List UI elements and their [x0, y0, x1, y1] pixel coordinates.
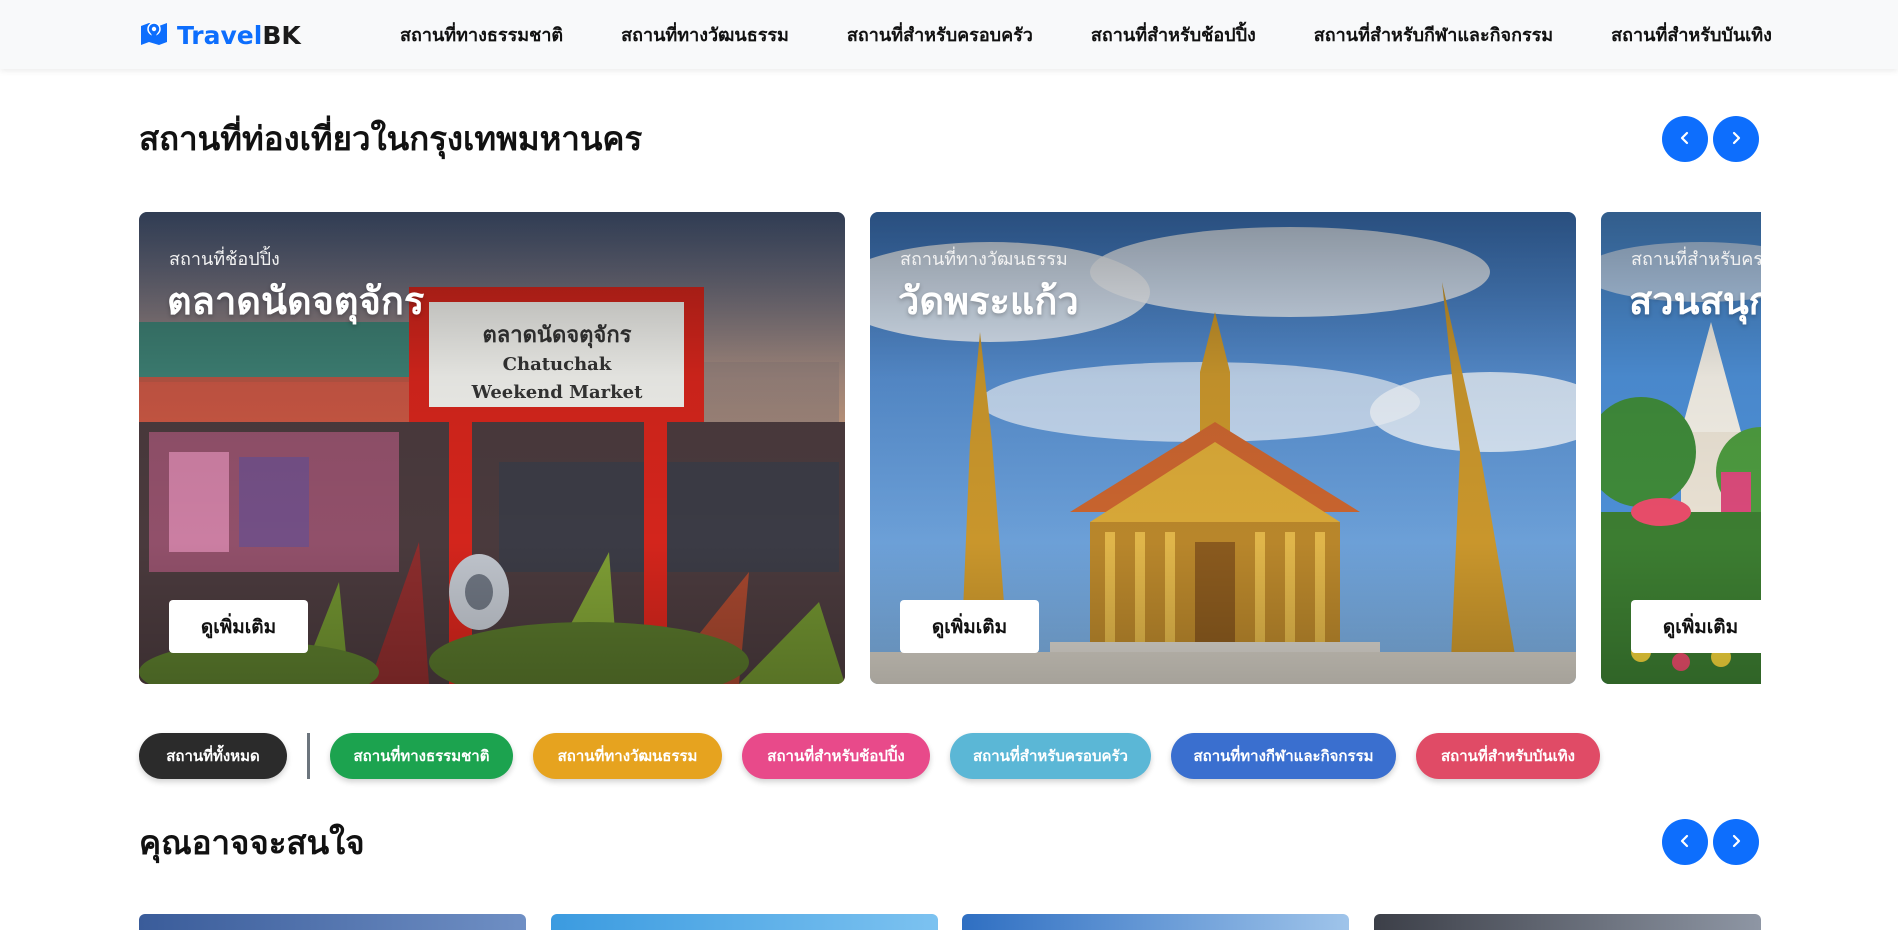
filter-entertainment[interactable]: สถานที่สำหรับบันเทิง — [1416, 733, 1600, 779]
chevron-left-icon — [1678, 833, 1692, 852]
section-title-recommended: คุณอาจจะสนใจ — [139, 823, 365, 862]
filter-divider — [307, 733, 310, 779]
card-more-button[interactable]: ดูเพิ่มเติม — [169, 600, 308, 653]
recommended-card[interactable] — [551, 914, 938, 930]
nav-link-shopping[interactable]: สถานที่สำหรับช้อปปิ้ง — [1091, 20, 1256, 49]
nav-link-nature[interactable]: สถานที่ทางธรรมชาติ — [400, 20, 563, 49]
card-category: สถานที่ช้อปปิ้ง — [169, 249, 280, 270]
recommended-card[interactable] — [139, 914, 526, 930]
card-title: วัดพระแก้ว — [898, 279, 1079, 323]
card-title: ตลาดนัดจตุจักร — [167, 279, 425, 323]
card-title: สวนสนุก — [1629, 279, 1761, 323]
card-category: สถานที่สำหรับครอบครัว — [1631, 249, 1761, 270]
filter-culture[interactable]: สถานที่ทางวัฒนธรรม — [533, 733, 722, 779]
brand-name-part1: Travel — [177, 20, 263, 50]
brand-logo[interactable]: TravelBK — [139, 18, 301, 52]
recommended-list — [139, 914, 1761, 930]
brand-name: TravelBK — [177, 21, 301, 50]
filter-sports[interactable]: สถานที่ทางกีฬาและกิจกรรม — [1171, 733, 1396, 779]
card-category: สถานที่ทางวัฒนธรรม — [900, 249, 1068, 270]
recommended-card[interactable] — [962, 914, 1349, 930]
carousel-prev-button[interactable] — [1662, 116, 1708, 162]
nav-link-entertainment[interactable]: สถานที่สำหรับบันเทิง — [1611, 20, 1772, 49]
nav-links: สถานที่ทางธรรมชาติ สถานที่ทางวัฒนธรรม สถ… — [400, 0, 1772, 69]
recommended-prev-button[interactable] — [1662, 819, 1708, 865]
chevron-left-icon — [1678, 130, 1692, 149]
carousel-next-button[interactable] — [1713, 116, 1759, 162]
map-marker-icon — [139, 18, 169, 52]
recommended-card[interactable] — [1374, 914, 1761, 930]
chevron-right-icon — [1729, 833, 1743, 852]
card-more-button[interactable]: ดูเพิ่มเติม — [1631, 600, 1761, 653]
nav-link-culture[interactable]: สถานที่ทางวัฒนธรรม — [621, 20, 789, 49]
category-filters: สถานที่ทั้งหมด สถานที่ทางธรรมชาติ สถานที… — [139, 733, 1600, 779]
navbar: TravelBK สถานที่ทางธรรมชาติ สถานที่ทางวั… — [0, 0, 1898, 69]
attraction-card[interactable]: สถานที่ทางวัฒนธรรม วัดพระแก้ว ดูเพิ่มเติ… — [870, 212, 1576, 684]
attraction-card[interactable]: สถานที่สำหรับครอบครัว สวนสนุก ดูเพิ่มเติ… — [1601, 212, 1761, 684]
attraction-card[interactable]: ตลาดนัดจตุจักร Chatuchak Weekend Market … — [139, 212, 845, 684]
card-more-button[interactable]: ดูเพิ่มเติม — [900, 600, 1039, 653]
filter-all[interactable]: สถานที่ทั้งหมด — [139, 733, 287, 779]
chevron-right-icon — [1729, 130, 1743, 149]
filter-shopping[interactable]: สถานที่สำหรับช้อปปิ้ง — [742, 733, 930, 779]
nav-link-family[interactable]: สถานที่สำหรับครอบครัว — [847, 20, 1033, 49]
section-title-attractions: สถานที่ท่องเที่ยวในกรุงเทพมหานคร — [139, 119, 643, 158]
recommended-next-button[interactable] — [1713, 819, 1759, 865]
filter-family[interactable]: สถานที่สำหรับครอบครัว — [950, 733, 1151, 779]
filter-nature[interactable]: สถานที่ทางธรรมชาติ — [330, 733, 513, 779]
nav-link-sports[interactable]: สถานที่สำหรับกีฬาและกิจกรรม — [1314, 20, 1553, 49]
brand-name-part2: BK — [262, 20, 301, 50]
attractions-carousel: ตลาดนัดจตุจักร Chatuchak Weekend Market … — [139, 212, 1761, 684]
